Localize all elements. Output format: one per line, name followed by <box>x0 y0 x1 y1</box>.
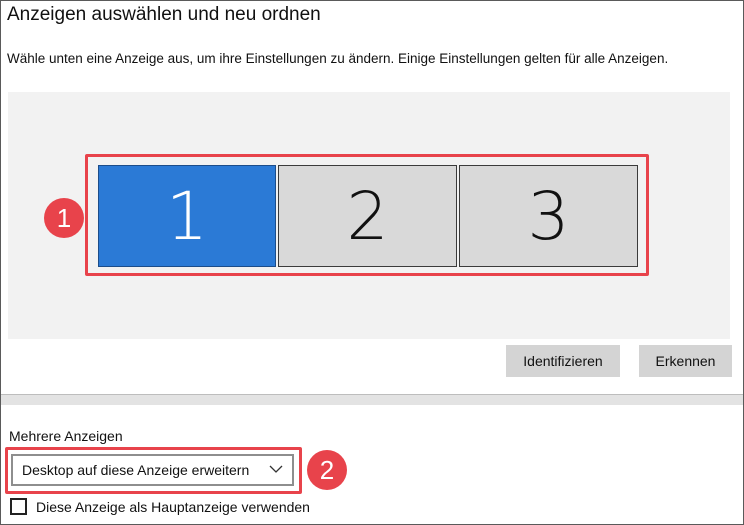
page-title: Anzeigen auswählen und neu ordnen <box>7 4 321 25</box>
section-separator <box>1 394 743 405</box>
page-description: Wähle unten eine Anzeige aus, um ihre Ei… <box>7 51 669 66</box>
main-display-checkbox[interactable] <box>10 498 27 515</box>
main-display-checkbox-row: Diese Anzeige als Hauptanzeige verwenden <box>10 498 310 515</box>
annotation-badge-1: 1 <box>44 198 84 238</box>
displays-highlight-box <box>85 154 649 276</box>
annotation-badge-2: 2 <box>307 450 347 490</box>
detect-button[interactable]: Erkennen <box>639 345 732 377</box>
multiple-displays-label: Mehrere Anzeigen <box>9 428 123 444</box>
identify-button[interactable]: Identifizieren <box>506 345 620 377</box>
main-display-checkbox-label: Diese Anzeige als Hauptanzeige verwenden <box>36 498 310 515</box>
dropdown-highlight-box <box>5 447 302 494</box>
